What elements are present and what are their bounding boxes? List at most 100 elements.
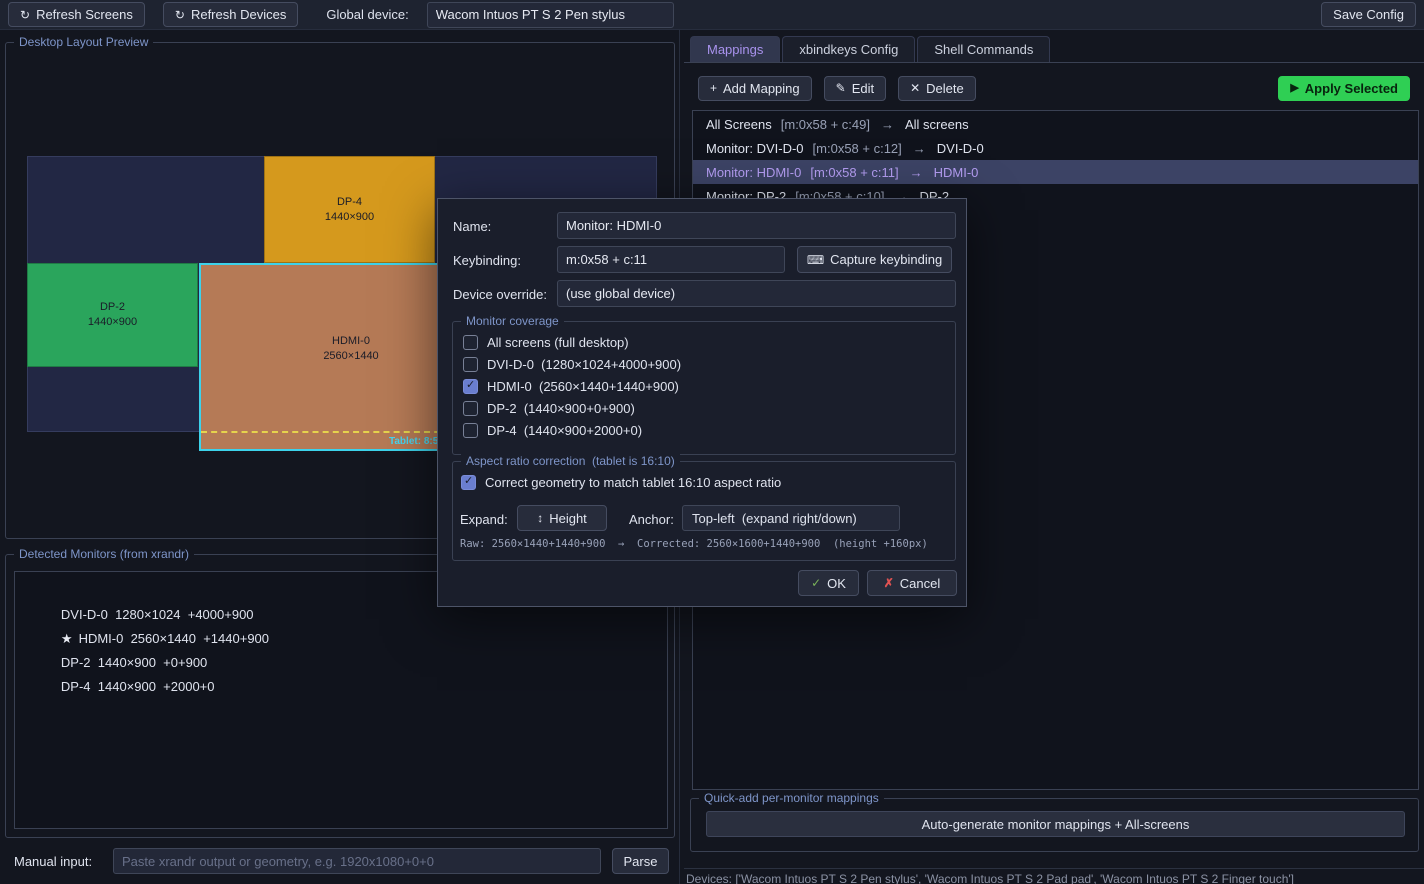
tab-shell-commands[interactable]: Shell Commands	[917, 36, 1050, 62]
plus-icon: +	[710, 82, 717, 94]
coverage-checkbox-hdmi-0[interactable]: HDMI-0 (2560×1440+1440+900)	[463, 379, 679, 394]
refresh-screens-button[interactable]: ↻ Refresh Screens	[8, 2, 145, 27]
device-override-label: Device override:	[453, 287, 547, 302]
coverage-checkbox-dp-2[interactable]: DP-2 (1440×900+0+900)	[463, 401, 635, 416]
keyboard-icon: ⌨	[807, 254, 824, 266]
arrow-right-icon: →	[910, 165, 923, 180]
arrow-right-icon: →	[913, 141, 926, 156]
apply-selected-button[interactable]: ▶ Apply Selected	[1278, 76, 1410, 101]
monitor-rect-dp4[interactable]: DP-4 1440×900	[264, 156, 435, 263]
save-config-button[interactable]: Save Config	[1321, 2, 1416, 27]
check-icon: ✓	[811, 577, 821, 589]
global-device-label: Global device:	[326, 7, 408, 22]
coverage-checkbox-label: DVI-D-0 (1280×1024+4000+900)	[487, 357, 681, 372]
tablet-ratio-label: Tablet: 8:5	[389, 436, 438, 447]
manual-input[interactable]	[113, 848, 601, 874]
tab-label: xbindkeys Config	[799, 42, 898, 57]
add-mapping-button[interactable]: + Add Mapping	[698, 76, 812, 101]
monitor-name: HDMI-0	[323, 334, 378, 349]
mapping-keybinding: [m:0x58 + c:49]	[781, 117, 870, 132]
capture-keybinding-button[interactable]: ⌨ Capture keybinding	[797, 246, 952, 273]
monitor-name: DP-4	[325, 195, 374, 210]
device-override-input[interactable]	[557, 280, 956, 307]
checkbox-icon[interactable]	[463, 401, 478, 416]
topbar: ↻ Refresh Screens ↻ Refresh Devices Glob…	[0, 0, 1424, 30]
cancel-button[interactable]: ✗ Cancel	[867, 570, 957, 596]
mapping-keybinding: [m:0x58 + c:12]	[813, 141, 902, 156]
monitor-label: HDMI-0 2560×1440	[323, 334, 378, 364]
coverage-checkbox-dp-4[interactable]: DP-4 (1440×900+2000+0)	[463, 423, 642, 438]
tab-xbindkeys-config[interactable]: xbindkeys Config	[782, 36, 915, 62]
tab-mappings[interactable]: Mappings	[690, 36, 780, 62]
checkbox-icon[interactable]	[463, 335, 478, 350]
edit-button[interactable]: ✎ Edit	[824, 76, 886, 101]
refresh-devices-label: Refresh Devices	[191, 7, 286, 22]
auto-generate-button[interactable]: Auto-generate monitor mappings + All-scr…	[706, 811, 1405, 837]
expand-mode-button[interactable]: ↕ Height	[517, 505, 607, 531]
delete-button[interactable]: ✕ Delete	[898, 76, 976, 101]
monitor-res: 1440×900	[325, 210, 374, 225]
ok-button[interactable]: ✓ OK	[798, 570, 859, 596]
global-device-input[interactable]	[427, 2, 674, 28]
close-icon: ✕	[910, 82, 920, 94]
monitor-res: 2560×1440	[323, 349, 378, 364]
capture-keybinding-label: Capture keybinding	[830, 252, 942, 267]
name-input[interactable]	[557, 212, 956, 239]
monitor-rect-dp2[interactable]: DP-2 1440×900	[27, 263, 198, 367]
x-icon: ✗	[884, 577, 894, 589]
checkbox-icon[interactable]	[461, 475, 476, 490]
monitor-coverage-group: Monitor coverage All screens (full deskt…	[452, 321, 956, 455]
coverage-checkbox-label: HDMI-0 (2560×1440+1440+900)	[487, 379, 679, 394]
checkbox-icon[interactable]	[463, 379, 478, 394]
edit-icon: ✎	[836, 82, 846, 94]
status-separator	[684, 868, 1424, 869]
checkbox-icon[interactable]	[463, 357, 478, 372]
preview-title: Desktop Layout Preview	[14, 35, 153, 49]
app-root: ↻ Refresh Screens ↻ Refresh Devices Glob…	[0, 0, 1424, 884]
anchor-value: Top-left (expand right/down)	[692, 511, 857, 526]
expand-mode-label: Height	[549, 511, 587, 526]
refresh-screens-label: Refresh Screens	[36, 7, 133, 22]
mapping-name: Monitor: HDMI-0	[706, 165, 801, 180]
aspect-correction-checkbox[interactable]: Correct geometry to match tablet 16:10 a…	[461, 475, 781, 490]
parse-button[interactable]: Parse	[612, 848, 669, 874]
tab-label: Shell Commands	[934, 42, 1033, 57]
checkbox-icon[interactable]	[463, 423, 478, 438]
mapping-dialog: Name: Keybinding: ⌨ Capture keybinding D…	[437, 198, 967, 607]
arrow-right-icon: →	[881, 117, 894, 132]
coverage-checkbox-label: All screens (full desktop)	[487, 335, 629, 350]
monitor-coverage-title: Monitor coverage	[461, 314, 564, 328]
edit-label: Edit	[852, 81, 874, 96]
mapping-keybinding: [m:0x58 + c:11]	[810, 165, 898, 180]
anchor-select[interactable]: Top-left (expand right/down)	[682, 505, 900, 531]
quick-add-title: Quick-add per-monitor mappings	[699, 791, 884, 805]
aspect-correction-group: Aspect ratio correction (tablet is 16:10…	[452, 461, 956, 561]
save-config-label: Save Config	[1333, 7, 1404, 22]
tab-label: Mappings	[707, 42, 763, 57]
mapping-row[interactable]: All Screens [m:0x58 + c:49] → All screen…	[693, 112, 1418, 136]
keybinding-label: Keybinding:	[453, 253, 521, 268]
mapping-target: DVI-D-0	[937, 141, 984, 156]
up-down-arrows-icon: ↕	[537, 512, 543, 524]
mappings-toolbar: + Add Mapping ✎ Edit ✕ Delete ▶ Apply Se…	[698, 75, 1410, 101]
mapping-row[interactable]: Monitor: DVI-D-0 [m:0x58 + c:12] → DVI-D…	[693, 136, 1418, 160]
coverage-checkbox-all-screens[interactable]: All screens (full desktop)	[463, 335, 629, 350]
auto-generate-label: Auto-generate monitor mappings + All-scr…	[922, 817, 1190, 832]
quick-add-group: Quick-add per-monitor mappings Auto-gene…	[690, 798, 1419, 852]
monitor-name: DP-2	[88, 300, 137, 315]
monitor-label: DP-2 1440×900	[88, 300, 137, 330]
ok-label: OK	[827, 576, 846, 591]
monitor-list[interactable]: DVI-D-0 1280×1024 +4000+900 ★HDMI-0 2560…	[14, 571, 668, 829]
play-icon: ▶	[1290, 83, 1298, 94]
aspect-checkbox-label: Correct geometry to match tablet 16:10 a…	[485, 475, 781, 490]
mapping-row[interactable]: Monitor: HDMI-0 [m:0x58 + c:11] → HDMI-0	[693, 160, 1418, 184]
refresh-devices-button[interactable]: ↻ Refresh Devices	[163, 2, 298, 27]
delete-label: Delete	[926, 81, 964, 96]
mapping-name: Monitor: DVI-D-0	[706, 141, 804, 156]
keybinding-input[interactable]	[557, 246, 785, 273]
parse-label: Parse	[624, 854, 658, 869]
mapping-target: All screens	[905, 117, 969, 132]
coverage-checkbox-dvi-d-0[interactable]: DVI-D-0 (1280×1024+4000+900)	[463, 357, 681, 372]
refresh-icon: ↻	[20, 9, 30, 21]
status-bar: Devices: ['Wacom Intuos PT S 2 Pen stylu…	[686, 872, 1294, 884]
